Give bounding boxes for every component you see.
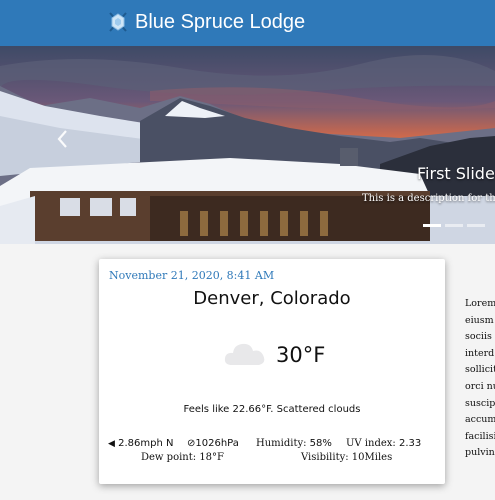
uv-label: UV index: (346, 438, 396, 449)
dew-point-info: Dew point: 18°F (141, 452, 224, 463)
uv-value: 2.33 (398, 438, 422, 449)
slide-title: First Slide (417, 164, 495, 183)
lorem-line: facilisi (465, 430, 495, 442)
weather-card: November 21, 2020, 8:41 AM Denver, Color… (99, 259, 445, 484)
humidity-info: Humidity: 58% (256, 438, 332, 449)
weather-location: Denver, Colorado (193, 288, 351, 309)
carousel-indicator-3[interactable] (467, 224, 485, 227)
lorem-line: eiusm (465, 314, 494, 326)
pressure-value: 1026hPa (195, 438, 239, 449)
hero-image (0, 46, 495, 244)
weather-date: November 21, 2020, 8:41 AM (109, 269, 275, 282)
top-navbar: Blue Spruce Lodge (0, 0, 495, 46)
lorem-line: interd (465, 347, 495, 359)
lorem-line: Lorem (465, 298, 495, 309)
lorem-line: sociis (465, 331, 492, 343)
carousel-indicator-1[interactable] (423, 224, 441, 227)
visibility-label: Visibility: (301, 452, 349, 463)
wind-value: 2.86mph N (118, 438, 174, 449)
carousel-indicator-2[interactable] (445, 224, 463, 227)
visibility-value: 10Miles (351, 452, 393, 463)
lorem-line: suscip (465, 397, 495, 409)
slide-description: This is a description for the (362, 193, 495, 204)
spruce-logo-icon[interactable] (106, 10, 130, 34)
visibility-info: Visibility: 10Miles (301, 452, 392, 463)
lorem-paragraph: Lorem eiusm sociis interd sollicit orci … (465, 296, 495, 462)
dew-point-value: 18°F (199, 452, 224, 463)
dew-point-label: Dew point: (141, 452, 197, 463)
lorem-line: orci nu (465, 380, 495, 392)
humidity-label: Humidity: (256, 438, 307, 449)
brand-title[interactable]: Blue Spruce Lodge (135, 9, 305, 35)
uv-info: UV index: 2.33 (346, 438, 421, 449)
wind-direction-icon: ◀ (108, 439, 115, 449)
wind-info: ◀ 2.86mph N (108, 438, 173, 449)
lorem-line: pulvin (465, 447, 495, 459)
cloud-icon (224, 343, 265, 365)
carousel-indicators (423, 224, 485, 227)
lorem-line: sollicit (465, 364, 495, 376)
weather-temperature: 30°F (276, 343, 326, 367)
hero-carousel: First Slide This is a description for th… (0, 46, 495, 244)
lorem-line: accum (465, 414, 495, 426)
humidity-value: 58% (309, 438, 332, 449)
chevron-left-icon[interactable] (55, 128, 71, 150)
weather-feels-like: Feels like 22.66°F. Scattered clouds (183, 404, 361, 415)
pressure-info: ⊘1026hPa (187, 438, 239, 449)
